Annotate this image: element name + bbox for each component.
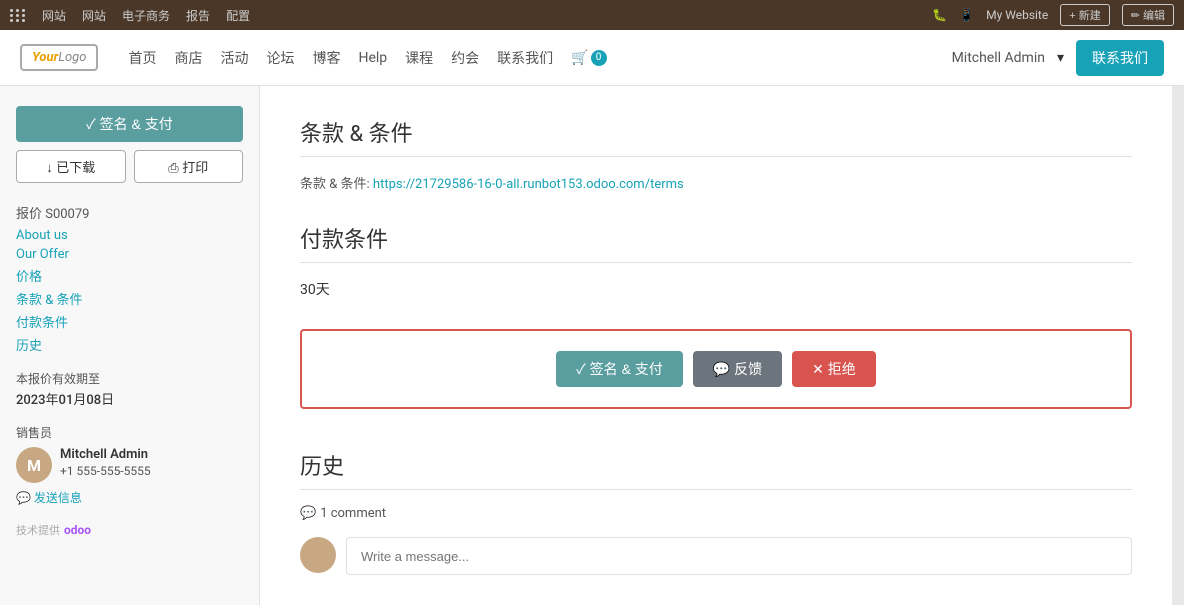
nav-contact[interactable]: 联系我们 [497,48,553,68]
nav-activities[interactable]: 活动 [220,48,248,68]
terms-link-row: 条款 & 条件: https://21729586-16-0-all.runbo… [300,173,1132,192]
sidebar-link-terms[interactable]: 条款 & 条件 [16,289,243,308]
print-button[interactable]: ⎙ 打印 [134,150,244,183]
contact-button[interactable]: 联系我们 [1076,40,1164,76]
powered-by: 技术提供 odoo [16,522,243,538]
admin-nav-report[interactable]: 报告 [186,7,210,24]
sidebar-link-payment[interactable]: 付款条件 [16,312,243,331]
message-avatar [300,537,336,573]
sign-pay-button-main[interactable]: ✓ 签名 & 支付 [556,351,683,387]
nav-help[interactable]: Help [358,50,387,66]
validity-date: 2023年01月08日 [16,389,243,408]
sidebar-link-price[interactable]: 价格 [16,266,243,285]
admin-nav-config[interactable]: 配置 [226,7,250,24]
action-buttons-row: ✓ 签名 & 支付 💬 反馈 ✕ 拒绝 [300,329,1132,409]
payment-title: 付款条件 [300,222,1132,254]
scrollbar[interactable] [1172,86,1184,605]
salesperson-phone: +1 555-555-5555 [60,464,151,478]
admin-nav-website1[interactable]: 网站 [42,7,66,24]
sidebar-link-offer[interactable]: Our Offer [16,247,243,262]
cart-icon[interactable]: 🛒 0 [571,50,606,66]
main-content: 条款 & 条件 条款 & 条件: https://21729586-16-0-a… [260,86,1172,605]
message-input-row [300,537,1132,575]
admin-nav-ecommerce[interactable]: 电子商务 [122,7,170,24]
send-message-link[interactable]: 💬 发送信息 [16,489,243,506]
nav-forum[interactable]: 论坛 [266,48,294,68]
sidebar-link-history[interactable]: 历史 [16,335,243,354]
message-input[interactable] [346,537,1132,575]
comment-count: 💬 1 comment [300,506,1132,521]
user-dropdown-arrow[interactable]: ▾ [1057,50,1064,66]
avatar: M [16,447,52,483]
admin-nav-website2[interactable]: 网站 [82,7,106,24]
logo[interactable]: YourLogo [20,44,98,71]
nav-home[interactable]: 首页 [128,48,156,68]
salesperson-info: M Mitchell Admin +1 555-555-5555 [16,447,243,483]
bug-icon: 🐛 [932,8,947,22]
validity-label: 本报价有效期至 [16,370,243,387]
feedback-button[interactable]: 💬 反馈 [693,351,782,387]
sidebar-link-about[interactable]: About us [16,228,243,243]
grid-icon[interactable] [10,9,26,22]
terms-title: 条款 & 条件 [300,116,1132,148]
nav-blog[interactable]: 博客 [312,48,340,68]
mobile-icon: 📱 [959,8,974,22]
odoo-logo: odoo [64,523,91,537]
payment-days: 30天 [300,279,1132,299]
reject-button[interactable]: ✕ 拒绝 [792,351,876,387]
terms-url[interactable]: https://21729586-16-0-all.runbot153.odoo… [373,177,684,192]
download-button[interactable]: ↓ 已下载 [16,150,126,183]
nav-courses[interactable]: 课程 [405,48,433,68]
history-title: 历史 [300,449,1132,481]
salesperson-name: Mitchell Admin [60,447,151,462]
nav-appointment[interactable]: 约会 [451,48,479,68]
user-dropdown[interactable]: Mitchell Admin [952,50,1045,66]
my-website-link[interactable]: My Website [986,8,1048,22]
salesperson-label: 销售员 [16,424,243,441]
admin-bar: 网站 网站 电子商务 报告 配置 🐛 📱 My Website + 新建 ✏ 编… [0,0,1184,30]
new-button[interactable]: + 新建 [1060,4,1109,26]
sidebar: ✓ 签名 & 支付 ↓ 已下载 ⎙ 打印 报价 S00079 About us … [0,86,260,605]
quote-id: 报价 S00079 [16,203,243,222]
nav-shop[interactable]: 商店 [174,48,202,68]
navbar: YourLogo 首页 商店 活动 论坛 博客 Help 课程 约会 联系我们 … [0,30,1184,86]
sign-pay-button-sidebar[interactable]: ✓ 签名 & 支付 [16,106,243,142]
edit-button[interactable]: ✏ 编辑 [1122,4,1174,26]
